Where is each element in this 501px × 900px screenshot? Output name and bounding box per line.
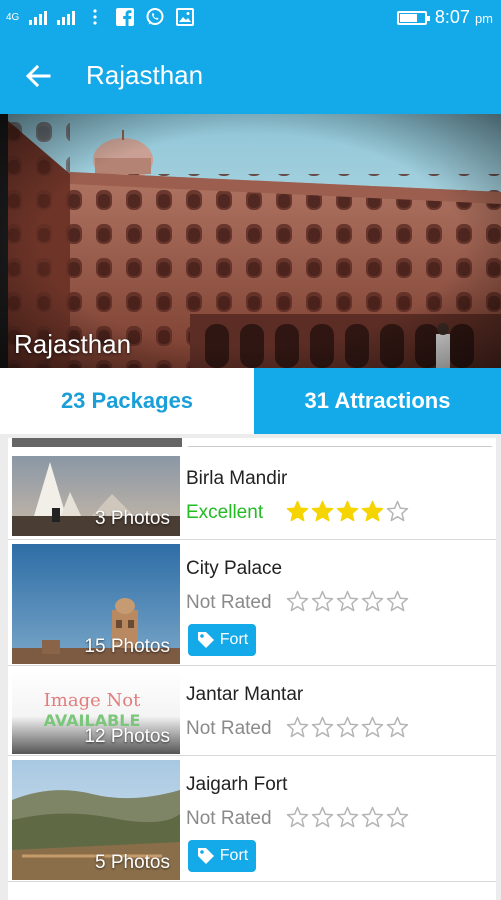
page-title: Rajasthan <box>86 60 204 90</box>
app-bar: Rajasthan <box>0 36 501 114</box>
star-empty-icon <box>386 500 409 522</box>
signal-icon <box>57 9 76 25</box>
rating-label: Excellent <box>186 502 264 523</box>
rating-label: Not Rated <box>186 592 272 613</box>
rating-label: Not Rated <box>186 808 272 829</box>
star-empty-icon <box>336 806 359 828</box>
arrow-left-icon <box>25 64 51 88</box>
back-button[interactable] <box>20 58 56 94</box>
attraction-name: City Palace <box>186 558 283 579</box>
status-time: 8:07 pm <box>434 7 493 27</box>
star-rating <box>286 716 409 739</box>
star-empty-icon <box>311 806 334 828</box>
star-empty-icon <box>286 716 309 738</box>
category-tag[interactable]: Fort <box>188 840 256 872</box>
star-empty-icon <box>386 806 409 828</box>
photo-count: 15 Photos <box>84 636 170 657</box>
photo-count: 3 Photos <box>95 508 170 529</box>
facebook-icon <box>115 7 135 27</box>
star-empty-icon <box>386 716 409 738</box>
star-empty-icon <box>311 590 334 612</box>
tag-icon <box>197 632 214 648</box>
attractions-list[interactable]: 3 Photos Birla Mandir Excellent 15 Photo… <box>8 438 496 900</box>
star-rating <box>286 590 409 613</box>
star-filled-icon <box>286 500 309 522</box>
tag-label: Fort <box>219 847 249 864</box>
category-tag[interactable]: Fort <box>188 624 256 656</box>
star-filled-icon <box>311 500 334 522</box>
whatsapp-icon <box>145 7 165 27</box>
status-bar: 4G 8:07 pm <box>0 0 501 36</box>
attraction-name: Jaigarh Fort <box>186 774 288 795</box>
star-empty-icon <box>361 716 384 738</box>
star-empty-icon <box>311 716 334 738</box>
star-filled-icon <box>336 500 359 522</box>
star-empty-icon <box>361 590 384 612</box>
tag-icon <box>197 848 214 864</box>
rating-label: Not Rated <box>186 718 272 739</box>
star-empty-icon <box>286 590 309 612</box>
signal-icon <box>29 9 48 25</box>
image-icon <box>175 7 195 27</box>
tag-label: Fort <box>219 631 249 648</box>
attraction-name: Jantar Mantar <box>186 684 304 705</box>
more-vert-icon <box>85 7 105 27</box>
battery-icon <box>396 10 430 25</box>
star-rating <box>286 806 409 829</box>
attraction-thumbnail: 5 Photos <box>12 760 180 880</box>
list-divider <box>188 446 492 447</box>
tab-packages[interactable]: 23 Packages <box>0 368 254 434</box>
attraction-thumbnail: 15 Photos <box>12 544 180 664</box>
star-empty-icon <box>336 590 359 612</box>
placeholder-image-text: Image Not <box>44 690 141 711</box>
attraction-thumbnail: Image Not AVAILABLE 12 Photos <box>12 670 180 754</box>
star-empty-icon <box>336 716 359 738</box>
star-filled-icon <box>361 500 384 522</box>
network-type-label: 4G <box>6 11 20 23</box>
hero-title: Rajasthan <box>14 329 132 359</box>
star-empty-icon <box>286 806 309 828</box>
list-item[interactable]: 3 Photos Birla Mandir Excellent <box>8 452 496 540</box>
star-empty-icon <box>361 806 384 828</box>
star-empty-icon <box>386 590 409 612</box>
list-divider <box>12 438 182 447</box>
attraction-thumbnail: 3 Photos <box>12 456 180 536</box>
tab-attractions[interactable]: 31 Attractions <box>254 368 501 434</box>
list-item[interactable]: Image Not AVAILABLE 12 Photos Jantar Man… <box>8 668 496 756</box>
photo-count: 5 Photos <box>95 852 170 873</box>
photo-count: 12 Photos <box>84 726 170 747</box>
star-rating <box>286 500 409 523</box>
tab-bar: 23 Packages 31 Attractions <box>0 368 501 434</box>
hero-image: Rajasthan <box>0 114 501 368</box>
list-item[interactable]: 5 Photos Jaigarh Fort Not Rated Fort <box>8 758 496 882</box>
list-item[interactable]: 15 Photos City Palace Not Rated Fort <box>8 542 496 666</box>
attraction-name: Birla Mandir <box>186 468 288 489</box>
